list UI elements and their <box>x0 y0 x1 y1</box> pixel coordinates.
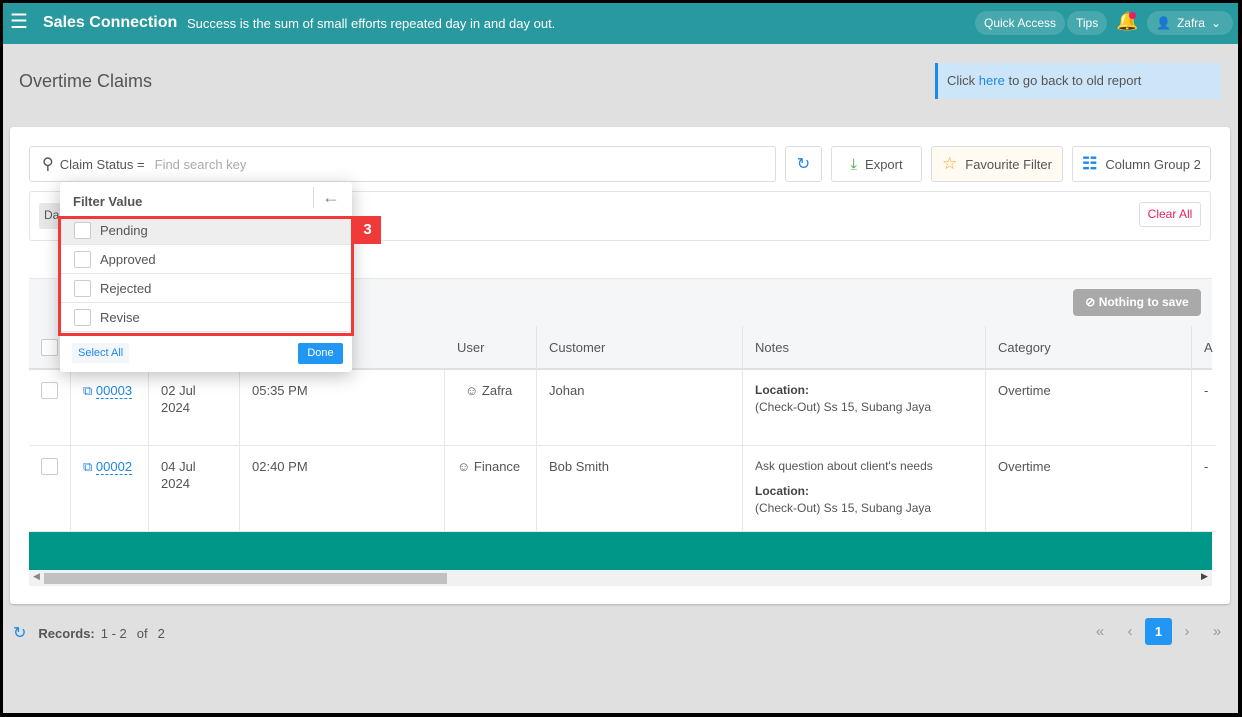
highlight-box <box>58 216 354 336</box>
claim-link[interactable]: 00003 <box>95 383 133 399</box>
open-external-icon: ⧉ <box>83 383 93 398</box>
refresh-icon: ↻ <box>796 156 811 173</box>
user-cell: ☺ Zafra <box>445 370 537 446</box>
claim-link[interactable]: 00002 <box>95 459 133 475</box>
pagination: « ‹ 1 › » <box>1085 618 1232 645</box>
old-report-link[interactable]: here <box>979 73 1005 88</box>
last-page-icon[interactable]: » <box>1202 623 1232 640</box>
date-cell: 04 Jul 2024 <box>149 446 240 532</box>
user-name: Zafra <box>1176 16 1205 30</box>
category-cell: Overtime <box>986 370 1192 446</box>
open-external-icon: ⧉ <box>83 459 93 474</box>
refresh-icon[interactable]: ↻ <box>13 623 26 643</box>
extra-cell: - <box>1192 370 1216 446</box>
person-icon: ☺ <box>465 383 479 398</box>
step-badge: 3 <box>354 216 381 244</box>
tagline: Success is the sum of small efforts repe… <box>187 16 556 31</box>
row-checkbox-cell <box>29 446 71 532</box>
download-icon: ⤓ <box>850 155 858 173</box>
select-all-button[interactable]: Select All <box>72 343 130 363</box>
top-bar: ☰ Sales Connection Success is the sum of… <box>3 3 1238 44</box>
column-header-notes[interactable]: Notes <box>743 326 986 369</box>
app-window: ☰ Sales Connection Success is the sum of… <box>3 3 1238 713</box>
user-name: Zafra <box>481 383 513 398</box>
column-header-category[interactable]: Category <box>986 326 1192 369</box>
old-report-banner: Click here to go back to old report <box>935 63 1221 99</box>
records-summary: ↻ Records: 1 - 2 of 2 <box>13 623 165 643</box>
row-checkbox[interactable] <box>41 382 58 399</box>
app-name[interactable]: Sales Connection <box>43 14 177 32</box>
clear-all-button[interactable]: Clear All <box>1139 202 1201 227</box>
time-cell: 02:40 PM <box>240 446 445 532</box>
banner-text: Click <box>947 73 976 88</box>
nothing-to-save-label: Nothing to save <box>1098 295 1189 309</box>
quick-access-button[interactable]: Quick Access <box>975 11 1066 35</box>
search-icon: ⚲ <box>42 156 54 173</box>
person-icon: ☺ <box>457 459 471 474</box>
search-field-label: Claim Status = <box>59 156 145 172</box>
time-cell: 05:35 PM <box>240 370 445 446</box>
claim-no-cell: ⧉ 00003 <box>71 370 149 446</box>
customer-cell: Bob Smith <box>537 446 743 532</box>
nothing-to-save-button: ⊘ Nothing to save <box>1073 289 1201 316</box>
location-value: (Check-Out) Ss 15, Subang Jaya <box>755 501 932 515</box>
tips-button[interactable]: Tips <box>1067 11 1108 35</box>
column-header-customer[interactable]: Customer <box>537 326 743 369</box>
scroll-right-arrow[interactable]: ▶ <box>1201 571 1208 582</box>
column-header-a[interactable]: A <box>1192 326 1213 369</box>
user-cell: ☺ Finance <box>445 446 537 532</box>
column-header-user[interactable]: User <box>445 326 537 369</box>
row-checkbox-cell <box>29 370 71 446</box>
category-cell: Overtime <box>986 446 1192 532</box>
chevron-down-icon: ⌄ <box>1210 16 1222 30</box>
first-page-icon[interactable]: « <box>1085 623 1115 640</box>
records-total: 2 <box>157 625 165 641</box>
done-button[interactable]: Done <box>298 343 343 364</box>
records-range: 1 - 2 <box>100 625 127 641</box>
favourite-filter-button[interactable]: ☆ Favourite Filter <box>931 146 1063 182</box>
prev-page-icon[interactable]: ‹ <box>1115 623 1145 640</box>
search-input[interactable]: Find search key <box>155 157 247 172</box>
note-text: Ask question about client's needs <box>755 459 933 473</box>
column-group-label: Column Group 2 <box>1105 156 1201 172</box>
page-title: Overtime Claims <box>19 71 153 91</box>
favourite-label: Favourite Filter <box>965 156 1052 172</box>
popup-title: Filter Value <box>73 194 143 209</box>
ban-icon: ⊘ <box>1085 295 1096 309</box>
location-label: Location: <box>755 484 809 498</box>
menu-icon[interactable]: ☰ <box>10 12 28 32</box>
notes-cell: Ask question about client's needs Locatio… <box>743 446 986 532</box>
date-cell: 02 Jul 2024 <box>149 370 240 446</box>
location-label: Location: <box>755 383 809 397</box>
select-all-rows-checkbox[interactable] <box>41 339 58 356</box>
scroll-left-arrow[interactable]: ◀ <box>33 571 40 582</box>
records-of: of <box>136 625 148 641</box>
user-menu[interactable]: 👤 Zafra ⌄ <box>1147 11 1233 35</box>
column-group-button[interactable]: ☷ Column Group 2 <box>1072 146 1211 182</box>
scrollbar-thumb[interactable] <box>44 573 447 584</box>
notification-dot <box>1129 12 1136 19</box>
notes-cell: Location: (Check-Out) Ss 15, Subang Jaya <box>743 370 986 446</box>
user-icon: 👤 <box>1156 16 1171 30</box>
columns-icon: ☷ <box>1082 154 1098 173</box>
horizontal-scrollbar[interactable]: ◀ ▶ <box>29 570 1212 586</box>
claim-no-cell: ⧉ 00002 <box>71 446 149 532</box>
next-page-icon[interactable]: › <box>1172 623 1202 640</box>
export-button[interactable]: ⤓ Export <box>831 146 922 182</box>
banner-text-suffix: to go back to old report <box>1008 73 1142 88</box>
records-label: Records: <box>38 625 95 641</box>
back-arrow-icon[interactable]: ← <box>313 187 340 208</box>
user-name: Finance <box>473 459 521 474</box>
extra-cell: - <box>1192 446 1216 532</box>
customer-cell: Johan <box>537 370 743 446</box>
row-checkbox[interactable] <box>41 458 58 475</box>
search-bar[interactable]: ⚲ Claim Status = Find search key <box>29 146 776 182</box>
page-1-button[interactable]: 1 <box>1145 618 1172 645</box>
star-icon: ☆ <box>942 154 958 173</box>
table-footer-bar <box>29 532 1212 570</box>
location-value: (Check-Out) Ss 15, Subang Jaya <box>755 400 932 414</box>
export-label: Export <box>865 156 903 172</box>
refresh-button[interactable]: ↻ <box>785 146 822 182</box>
